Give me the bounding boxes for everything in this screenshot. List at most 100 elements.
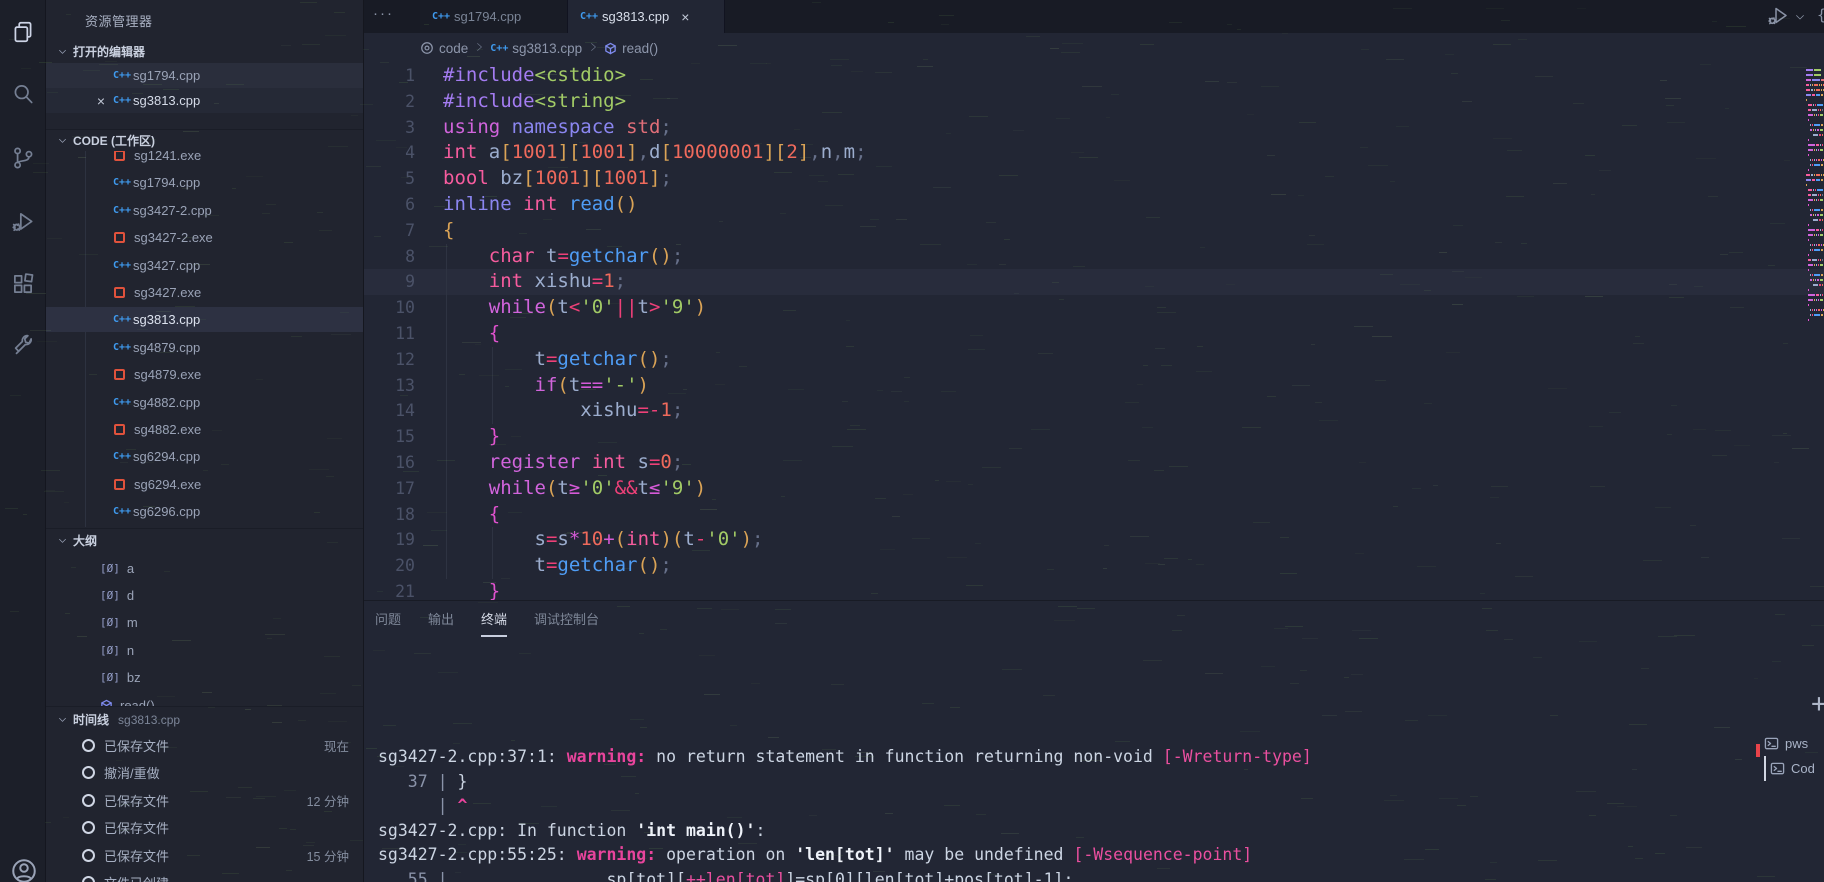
new-terminal-button[interactable]: + [1806, 691, 1824, 717]
panel-tabs: 问题输出终端调试控制台 [375, 609, 626, 637]
code-token: || [615, 296, 638, 318]
symbol-field-icon: [Ø] [100, 589, 120, 602]
code-token: ; [752, 528, 763, 550]
close-icon[interactable]: × [93, 94, 109, 108]
activity-run-debug[interactable] [0, 198, 45, 246]
file-row[interactable]: C++sg4879.cpp [45, 335, 363, 360]
open-editor-row[interactable]: ×C++sg3813.cpp [45, 88, 363, 113]
file-label: sg3427-2.exe [134, 230, 213, 245]
run-or-debug-button[interactable] [1766, 4, 1790, 33]
editor-tab[interactable]: C++sg1794.cpp [420, 0, 568, 33]
section-open-editors[interactable]: 打开的编辑器 [45, 40, 363, 63]
outline-row[interactable]: [Ø]n [45, 638, 363, 663]
code-token: int [489, 270, 523, 292]
breadcrumb-item[interactable]: read() [604, 41, 658, 56]
terminal-line: sg3427-2.cpp: In function 'int main()': [378, 819, 1312, 844]
code-token: xishu [535, 270, 592, 292]
panel-tab[interactable]: 问题 [375, 609, 401, 637]
code-editor[interactable]: 123456789101112131415161718192021 #inclu… [363, 63, 1824, 600]
tabs: C++sg1794.cppC++sg3813.cpp× [420, 0, 725, 33]
code-token: [ [775, 141, 786, 163]
run-dropdown-button[interactable] [1794, 10, 1806, 28]
terminal-list-item[interactable]: Cod [1764, 756, 1824, 781]
minimap-line [1806, 74, 1824, 76]
activity-search[interactable] [0, 70, 45, 118]
outline-row[interactable]: [Ø]d [45, 583, 363, 608]
minimap-line [1806, 174, 1824, 176]
breadcrumb-item[interactable]: C++sg3813.cpp [490, 41, 582, 56]
terminal-token: operation on [656, 845, 795, 864]
section-outline[interactable]: 大纲 [45, 528, 363, 552]
clipped-editor-action-icon[interactable]: {} [1817, 6, 1824, 24]
file-row[interactable]: C++sg3427.cpp [45, 253, 363, 278]
minimap[interactable] [1806, 69, 1824, 324]
outline-row[interactable]: [Ø]m [45, 610, 363, 635]
code-token: t [557, 477, 568, 499]
file-row[interactable]: sg3427-2.exe [45, 225, 363, 250]
minimap-line [1806, 204, 1824, 206]
minimap-line [1806, 139, 1824, 141]
timeline-label: 已保存文件 [104, 846, 169, 865]
exe-file-icon [114, 424, 125, 435]
activity-source-control[interactable] [0, 134, 45, 182]
panel-tab[interactable]: 输出 [428, 609, 454, 637]
file-row[interactable]: C++sg6294.cpp [45, 444, 363, 469]
panel-tab[interactable]: 调试控制台 [534, 609, 599, 637]
code-token: ) [638, 374, 649, 396]
section-timeline[interactable]: 时间线 sg3813.cpp [45, 706, 363, 732]
line-number: 3 [363, 115, 415, 141]
tab-close-icon[interactable]: × [681, 9, 689, 25]
terminal-line: | ^ [378, 794, 1312, 819]
activity-explorer[interactable] [0, 8, 45, 56]
timeline-row[interactable]: 已保存文件12 分钟 [45, 788, 363, 813]
code-line: xishu=-1; [443, 398, 683, 424]
terminal-list-item[interactable]: pws [1764, 731, 1824, 756]
account-button[interactable] [9, 856, 39, 882]
exe-file-icon [114, 479, 125, 490]
minimap-line [1806, 194, 1824, 196]
timeline-row[interactable]: 已保存文件 [45, 815, 363, 840]
cpp-file-icon: C++ [432, 11, 454, 22]
file-row[interactable]: sg4879.exe [45, 362, 363, 387]
panel-tab[interactable]: 终端 [481, 609, 507, 637]
breadcrumb-label: read() [622, 41, 658, 56]
open-editor-row[interactable]: C++sg1794.cpp [45, 63, 363, 88]
code-token [580, 451, 591, 473]
file-row[interactable]: C++sg4882.cpp [45, 390, 363, 415]
file-row[interactable]: sg3427.exe [45, 280, 363, 305]
file-row[interactable]: C++sg1794.cpp [45, 170, 363, 195]
outline-row[interactable]: [Ø]bz [45, 665, 363, 690]
activity-extensions[interactable] [0, 260, 45, 308]
file-row[interactable]: C++sg3427-2.cpp [45, 198, 363, 223]
editor-tab[interactable]: C++sg3813.cpp× [568, 0, 725, 33]
record-icon [420, 41, 434, 55]
outline-row[interactable]: [Ø]a [45, 556, 363, 581]
more-actions-button[interactable]: ··· [373, 5, 394, 22]
section-workspace[interactable]: CODE (工作区) [45, 129, 363, 151]
file-row[interactable]: sg6294.exe [45, 472, 363, 497]
timeline-row[interactable]: 文件已创建 [45, 870, 363, 882]
terminal-token: sg3427-2.cpp: In function [378, 821, 636, 840]
code-token: 10 [580, 528, 603, 550]
chevron-right-icon [473, 41, 485, 53]
timeline-dot-icon [82, 766, 95, 779]
symbol-label: n [127, 643, 134, 658]
chevron-down-icon [57, 535, 68, 546]
timeline-row[interactable]: 撤消/重做 [45, 760, 363, 785]
code-token: s [557, 528, 568, 550]
file-row[interactable]: C++sg3813.cpp [45, 307, 363, 332]
code-token: 0 [660, 451, 671, 473]
timeline-dot-icon [82, 821, 95, 834]
code-token: #include [443, 90, 535, 112]
breadcrumb-item[interactable]: code [420, 41, 468, 56]
file-row[interactable]: C++sg6296.cpp [45, 499, 363, 524]
cpp-file-icon: C++ [113, 506, 133, 517]
editor-group: ··· C++sg1794.cppC++sg3813.cpp× {} codeC… [363, 0, 1824, 882]
terminal-output[interactable]: sg3427-2.cpp:37:1: warning: no return st… [378, 745, 1312, 882]
timeline-row[interactable]: 已保存文件现在 [45, 733, 363, 758]
code-token [489, 167, 500, 189]
file-row[interactable]: sg4882.exe [45, 417, 363, 442]
timeline-row[interactable]: 已保存文件15 分钟 [45, 843, 363, 868]
breadcrumb-label: sg3813.cpp [512, 41, 582, 56]
activity-tools[interactable] [0, 322, 45, 370]
